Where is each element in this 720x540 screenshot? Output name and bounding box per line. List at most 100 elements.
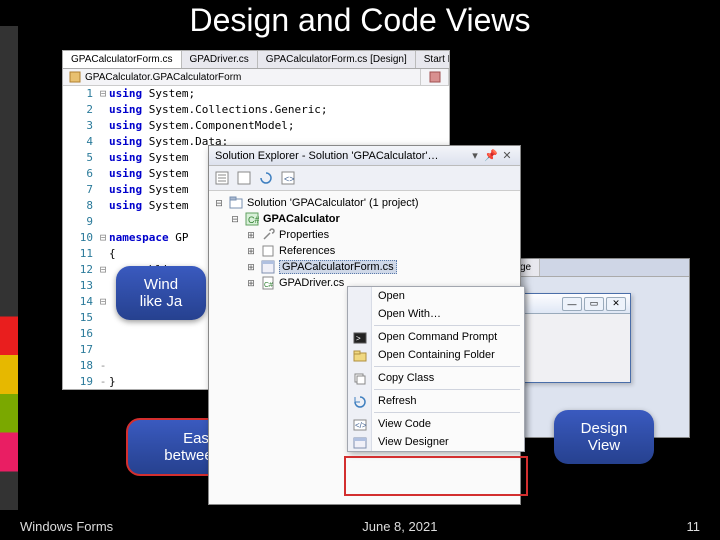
ctx-separator bbox=[374, 366, 520, 367]
slide-footer: Windows Forms June 8, 2021 11 bbox=[20, 519, 700, 534]
solution-tree: ⊟ Solution 'GPACalculator' (1 project) ⊟… bbox=[209, 191, 520, 295]
ctx-view-code[interactable]: </> View Code bbox=[348, 415, 524, 433]
dropdown-icon[interactable]: ▾ bbox=[468, 149, 482, 162]
solution-explorer-titlebar: Solution Explorer - Solution 'GPACalcula… bbox=[209, 146, 520, 166]
properties-node[interactable]: ⊞ Properties bbox=[209, 227, 520, 243]
line-number: 19 bbox=[63, 374, 97, 390]
properties-icon[interactable] bbox=[213, 169, 231, 187]
ctx-open-with[interactable]: Open With… bbox=[348, 305, 524, 323]
fold-toggle[interactable]: - bbox=[97, 374, 109, 390]
line-number: 13 bbox=[63, 278, 97, 294]
solution-label: Solution 'GPACalculator' (1 project) bbox=[247, 197, 419, 209]
open-icon bbox=[352, 289, 368, 305]
expander-icon[interactable]: ⊞ bbox=[245, 229, 257, 241]
form-cs-node[interactable]: ⊞ GPACalculatorForm.cs bbox=[209, 259, 520, 275]
terminal-icon: > bbox=[352, 330, 368, 346]
solution-explorer-title: Solution Explorer - Solution 'GPACalcula… bbox=[215, 150, 439, 162]
ctx-open-with-label: Open With… bbox=[378, 308, 441, 320]
expander-icon[interactable]: ⊟ bbox=[229, 213, 241, 225]
ctx-copy-class[interactable]: Copy Class bbox=[348, 369, 524, 387]
fold-toggle bbox=[97, 118, 109, 134]
ctx-open-folder[interactable]: Open Containing Folder bbox=[348, 346, 524, 364]
expander-icon[interactable]: ⊞ bbox=[245, 245, 257, 257]
tab-design-file[interactable]: GPACalculatorForm.cs [Design] bbox=[258, 51, 416, 68]
member-dropdown[interactable] bbox=[421, 69, 449, 85]
fold-toggle[interactable]: ⊟ bbox=[97, 86, 109, 102]
fold-toggle[interactable]: ⊟ bbox=[97, 294, 109, 310]
tab-code-file[interactable]: GPACalculatorForm.cs bbox=[63, 51, 182, 68]
ctx-view-designer-label: View Designer bbox=[378, 436, 449, 448]
line-number: 10 bbox=[63, 230, 97, 246]
references-icon bbox=[261, 244, 275, 258]
driver-cs-label: GPADriver.cs bbox=[279, 277, 344, 289]
line-number: 14 bbox=[63, 294, 97, 310]
svg-text:<>: <> bbox=[284, 174, 295, 184]
refresh-icon bbox=[352, 394, 368, 410]
line-number: 6 bbox=[63, 166, 97, 182]
project-icon: C# bbox=[245, 212, 259, 226]
fold-toggle bbox=[97, 246, 109, 262]
code-nav-bar: GPACalculator.GPACalculatorForm bbox=[63, 69, 449, 86]
cs-file-icon: C# bbox=[261, 276, 275, 290]
ctx-open-cmd[interactable]: > Open Command Prompt bbox=[348, 328, 524, 346]
slide-title: Design and Code Views bbox=[0, 2, 720, 39]
line-number: 12 bbox=[63, 262, 97, 278]
ctx-open-cmd-label: Open Command Prompt bbox=[378, 331, 497, 343]
callout-design-text: Design View bbox=[568, 420, 640, 454]
fold-toggle bbox=[97, 166, 109, 182]
ctx-view-designer[interactable]: View Designer bbox=[348, 433, 524, 451]
designer-icon bbox=[352, 435, 368, 451]
fold-toggle bbox=[97, 326, 109, 342]
minimize-button[interactable]: — bbox=[562, 297, 582, 311]
slide-color-bar bbox=[0, 26, 18, 510]
class-icon bbox=[69, 71, 81, 83]
fold-toggle bbox=[97, 214, 109, 230]
open-with-icon bbox=[352, 307, 368, 323]
svg-text:C#: C# bbox=[264, 282, 273, 289]
editor-tabstrip: GPACalculatorForm.cs GPADriver.cs GPACal… bbox=[63, 51, 449, 69]
pin-icon[interactable]: 📌 bbox=[484, 149, 498, 162]
scope-dropdown[interactable]: GPACalculator.GPACalculatorForm bbox=[63, 69, 421, 85]
show-all-icon[interactable] bbox=[235, 169, 253, 187]
fold-toggle[interactable]: ⊟ bbox=[97, 262, 109, 278]
maximize-button[interactable]: ▭ bbox=[584, 297, 604, 311]
fold-toggle bbox=[97, 278, 109, 294]
wrench-icon bbox=[261, 228, 275, 242]
ctx-refresh[interactable]: Refresh bbox=[348, 392, 524, 410]
project-node[interactable]: ⊟ C# GPACalculator bbox=[209, 211, 520, 227]
ctx-open[interactable]: Open bbox=[348, 287, 524, 305]
svg-text:</>: </> bbox=[355, 421, 367, 430]
svg-text:>: > bbox=[356, 334, 361, 343]
context-menu: Open Open With… > Open Command Prompt Op… bbox=[347, 286, 525, 452]
references-node[interactable]: ⊞ References bbox=[209, 243, 520, 259]
view-code-icon[interactable]: <> bbox=[279, 169, 297, 187]
expander-icon[interactable]: ⊞ bbox=[245, 261, 257, 273]
fold-toggle bbox=[97, 310, 109, 326]
fold-toggle[interactable]: - bbox=[97, 358, 109, 374]
fold-toggle bbox=[97, 102, 109, 118]
fold-toggle bbox=[97, 134, 109, 150]
close-panel-icon[interactable]: ✕ bbox=[500, 149, 514, 162]
code-line[interactable]: using System; bbox=[109, 86, 449, 102]
refresh-icon[interactable] bbox=[257, 169, 275, 187]
fold-toggle bbox=[97, 182, 109, 198]
properties-label: Properties bbox=[279, 229, 329, 241]
view-code-highlight bbox=[344, 456, 528, 496]
expander-icon[interactable]: ⊞ bbox=[245, 277, 257, 289]
solution-icon bbox=[229, 196, 243, 210]
tab-start-page[interactable]: Start Page bbox=[416, 51, 450, 68]
tab-driver-file[interactable]: GPADriver.cs bbox=[182, 51, 258, 68]
line-number: 18 bbox=[63, 358, 97, 374]
code-line[interactable]: using System.ComponentModel; bbox=[109, 118, 449, 134]
close-button[interactable]: ✕ bbox=[606, 297, 626, 311]
scope-label: GPACalculator.GPACalculatorForm bbox=[85, 72, 241, 83]
callout-design-view: Design View bbox=[554, 410, 654, 464]
solution-node[interactable]: ⊟ Solution 'GPACalculator' (1 project) bbox=[209, 195, 520, 211]
ctx-separator bbox=[374, 412, 520, 413]
expander-icon[interactable]: ⊟ bbox=[213, 197, 225, 209]
fold-toggle[interactable]: ⊟ bbox=[97, 230, 109, 246]
solution-explorer: Solution Explorer - Solution 'GPACalcula… bbox=[208, 145, 521, 505]
form-cs-label: GPACalculatorForm.cs bbox=[279, 260, 397, 274]
fold-toggle bbox=[97, 198, 109, 214]
code-line[interactable]: using System.Collections.Generic; bbox=[109, 102, 449, 118]
